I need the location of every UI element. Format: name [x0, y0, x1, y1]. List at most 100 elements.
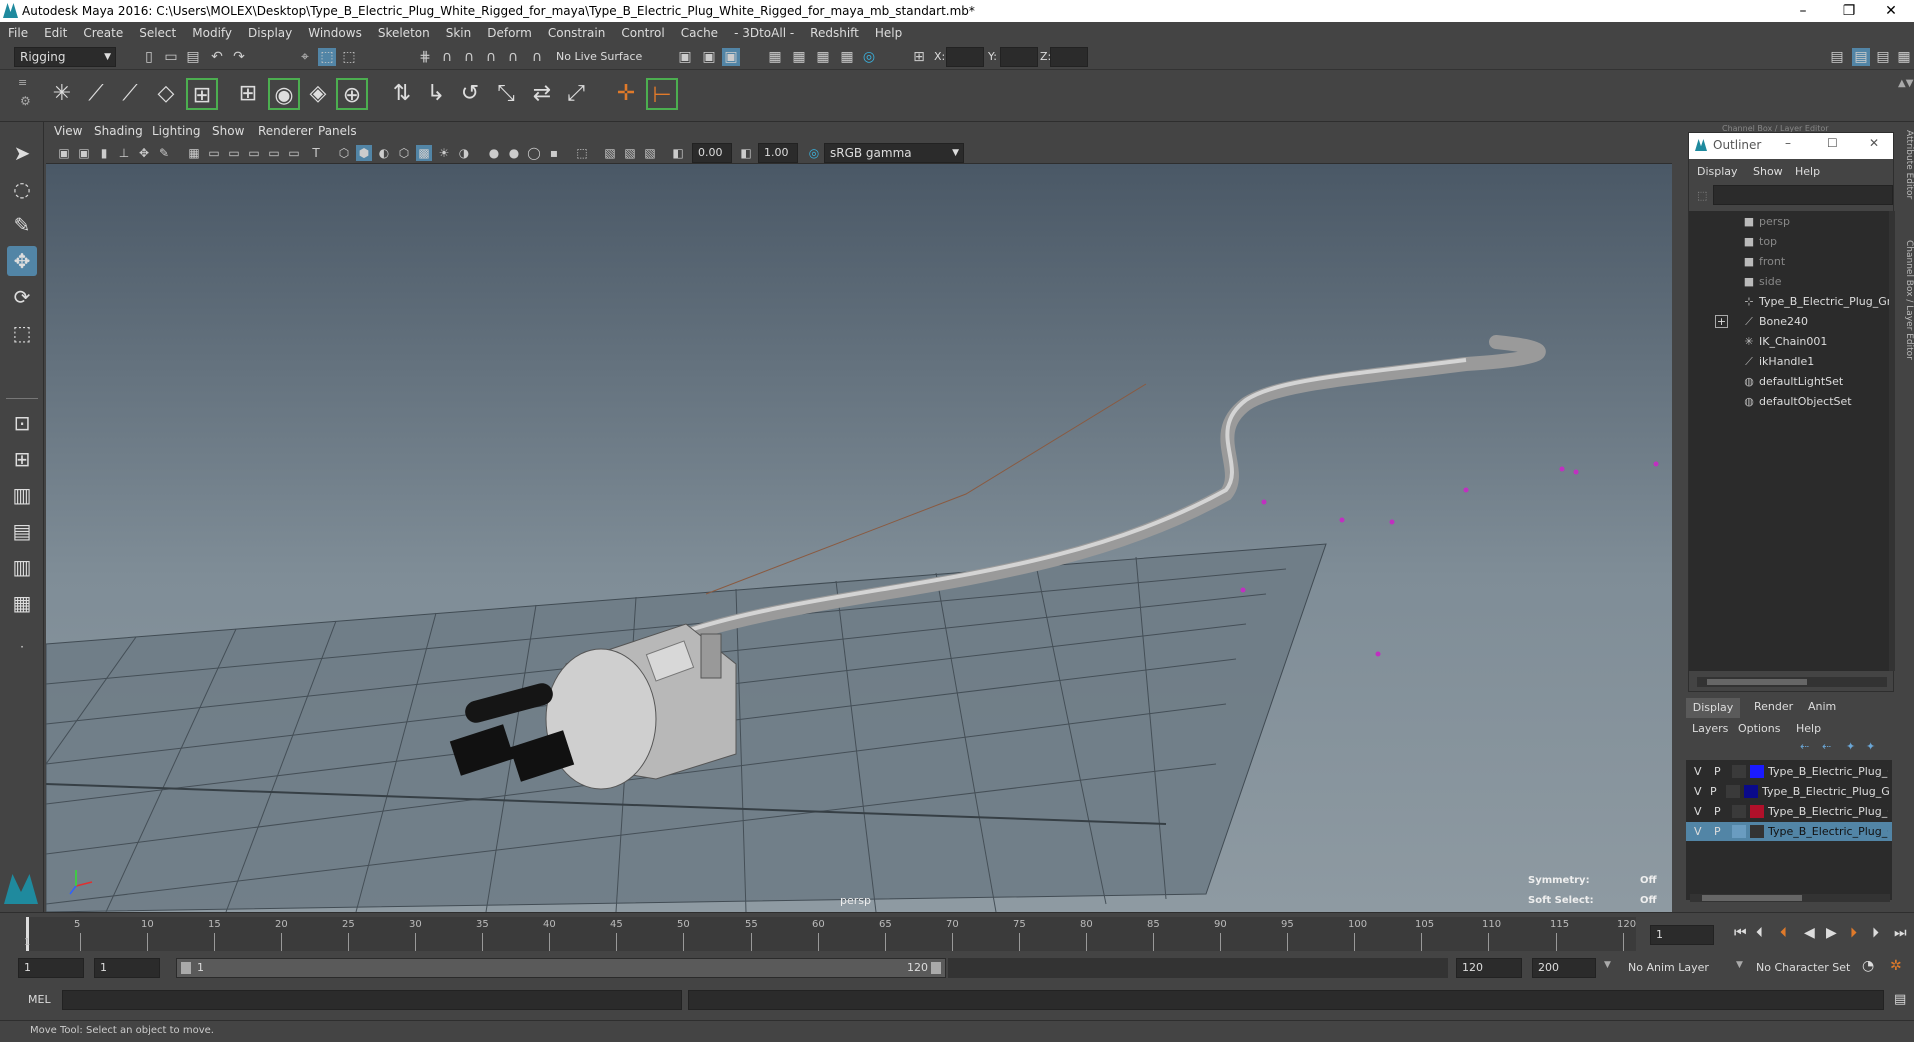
smooth-shade-icon[interactable]: ⬢: [356, 145, 372, 161]
animation-prefs-icon[interactable]: ✲: [1890, 958, 1902, 974]
joint-tool-icon[interactable]: ✳: [46, 78, 78, 110]
layer-color-swatch[interactable]: [1750, 825, 1764, 838]
ipr-render-icon[interactable]: ▦: [790, 48, 808, 66]
live-surface-label[interactable]: No Live Surface: [556, 50, 642, 63]
isolate-select-icon[interactable]: ⬚: [574, 145, 590, 161]
vp-menu-shading[interactable]: Shading: [94, 124, 143, 138]
snap-view-icon[interactable]: ∩: [482, 48, 500, 66]
layer-row[interactable]: V P Type_B_Electric_Plug_Gro: [1690, 782, 1890, 801]
attribute-editor-tab[interactable]: Attribute Editor: [1898, 130, 1914, 240]
move-layer-up-icon[interactable]: ⇠: [1800, 740, 1809, 753]
layer-tab-display[interactable]: Display: [1686, 698, 1740, 718]
select-object-icon[interactable]: ⬚: [318, 48, 336, 66]
vp-menu-panels[interactable]: Panels: [318, 124, 357, 138]
menu-constrain[interactable]: Constrain: [540, 26, 614, 40]
outliner-item-side[interactable]: ■ side: [1689, 272, 1889, 292]
outliner-minimize-icon[interactable]: –: [1785, 136, 1791, 150]
menu-edit[interactable]: Edit: [36, 26, 75, 40]
perspective-outliner-layout-icon[interactable]: ▥: [7, 480, 37, 510]
layer-playback-toggle[interactable]: P: [1714, 802, 1721, 821]
orient-constraint-icon[interactable]: ↺: [454, 78, 486, 110]
camera-select-icon[interactable]: ▣: [56, 145, 72, 161]
layers-toggle-icon[interactable]: ▦: [1895, 48, 1913, 66]
layer-color-swatch[interactable]: [1750, 765, 1764, 778]
default-material-icon[interactable]: ◐: [376, 145, 392, 161]
y-field[interactable]: [1000, 47, 1038, 67]
redo-icon[interactable]: ↷: [230, 48, 248, 66]
gate-mask-icon[interactable]: ▭: [246, 145, 262, 161]
playback-start-field[interactable]: 1: [94, 958, 160, 978]
field-chart-icon[interactable]: ▭: [266, 145, 282, 161]
point-constraint-icon[interactable]: ⇅: [386, 78, 418, 110]
outliner-search-input[interactable]: [1713, 185, 1893, 205]
menu-create[interactable]: Create: [75, 26, 131, 40]
playback-end-field[interactable]: 120: [1456, 958, 1522, 978]
save-scene-icon[interactable]: ▤: [184, 48, 202, 66]
lasso-tool-icon[interactable]: ◌: [7, 174, 37, 204]
layer-playback-toggle[interactable]: P: [1714, 762, 1721, 781]
vp-menu-lighting[interactable]: Lighting: [152, 124, 201, 138]
layer-tab-render[interactable]: Render: [1754, 700, 1793, 713]
aim-constraint-icon[interactable]: ↳: [420, 78, 452, 110]
restore-button[interactable]: ❐: [1826, 0, 1872, 22]
go-to-start-icon[interactable]: ⏮: [1734, 925, 1747, 941]
layer-menu-options[interactable]: Options: [1738, 722, 1780, 735]
view-transform-dropdown[interactable]: sRGB gamma ▼: [824, 143, 964, 163]
menu-redshift[interactable]: Redshift: [802, 26, 867, 40]
parent-constraint-icon[interactable]: ⇄: [526, 78, 558, 110]
menu-select[interactable]: Select: [131, 26, 184, 40]
layer-type-box[interactable]: [1732, 825, 1746, 838]
step-back-key-icon[interactable]: ⏴: [1756, 925, 1763, 941]
shadows-icon[interactable]: ◑: [456, 145, 472, 161]
camera-attributes-icon[interactable]: ▣: [76, 145, 92, 161]
four-view-layout-icon[interactable]: ⊞: [7, 444, 37, 474]
layer-menu-layers[interactable]: Layers: [1692, 722, 1728, 735]
gamma-icon[interactable]: ◧: [738, 145, 754, 161]
color-management-icon[interactable]: ◎: [806, 145, 822, 161]
render-view-icon[interactable]: ◎: [860, 48, 878, 66]
outliner-horizontal-scrollbar[interactable]: [1697, 677, 1887, 687]
open-scene-icon[interactable]: ▭: [162, 48, 180, 66]
close-button[interactable]: ✕: [1868, 0, 1914, 22]
outliner-item-objectset[interactable]: ◍ defaultObjectSet: [1689, 392, 1889, 412]
perspective-viewport[interactable]: persp Symmetry: Off Soft Select: Off: [46, 164, 1672, 912]
resolution-gate-icon[interactable]: ▭: [226, 145, 242, 161]
vp-menu-view[interactable]: View: [54, 124, 82, 138]
command-language-label[interactable]: MEL: [28, 993, 51, 1006]
time-slider[interactable]: 1 5 10 15 20 25 30 35 40 45 50 55 60 65 70 75 80 85 90 95 1…: [0, 912, 1914, 956]
ik-handle-tool-icon[interactable]: ⟋: [80, 78, 112, 110]
layer-menu-help[interactable]: Help: [1796, 722, 1821, 735]
custom-layout-icon[interactable]: ·: [7, 632, 37, 662]
play-backwards-icon[interactable]: ◀: [1804, 925, 1815, 941]
layer-playback-toggle[interactable]: P: [1710, 782, 1717, 801]
z-field[interactable]: [1050, 47, 1088, 67]
step-forward-frame-icon[interactable]: ⏵: [1850, 925, 1857, 941]
outliner-item-ik-chain[interactable]: ✳ IK_Chain001: [1689, 332, 1889, 352]
grid-toggle-icon[interactable]: ▦: [186, 145, 202, 161]
perspective-graph-layout-icon[interactable]: ▤: [7, 516, 37, 546]
grease-pencil-icon[interactable]: ✎: [156, 145, 172, 161]
vp-menu-renderer[interactable]: Renderer: [258, 124, 313, 138]
layer-row[interactable]: V P Type_B_Electric_Plug_C: [1690, 762, 1890, 781]
ik-spline-tool-icon[interactable]: ⟋: [114, 78, 146, 110]
select-hierarchy-icon[interactable]: ⌖: [296, 48, 314, 66]
move-layer-down-icon[interactable]: ⇠: [1822, 740, 1831, 753]
expand-icon[interactable]: +: [1715, 315, 1728, 328]
anti-aliasing-icon[interactable]: ◯: [526, 145, 542, 161]
layer-row[interactable]: V P Type_B_Electric_Plug_C: [1690, 802, 1890, 821]
layer-color-swatch[interactable]: [1750, 805, 1764, 818]
go-to-end-icon[interactable]: ⏭: [1894, 925, 1907, 941]
layer-visibility-toggle[interactable]: V: [1694, 762, 1702, 781]
layer-type-box[interactable]: [1726, 785, 1740, 798]
menu-deform[interactable]: Deform: [479, 26, 540, 40]
new-layer-selected-icon[interactable]: ✦: [1866, 740, 1875, 753]
hypershade-icon[interactable]: ▦: [838, 48, 856, 66]
pole-vector-icon[interactable]: ⤢: [560, 78, 592, 110]
snap-surface-icon[interactable]: ∩: [504, 48, 522, 66]
safe-action-icon[interactable]: ▭: [286, 145, 302, 161]
locator-constraint-icon[interactable]: ⊢: [646, 78, 678, 110]
step-forward-key-icon[interactable]: ⏵: [1872, 925, 1879, 941]
chevron-down-icon[interactable]: ▼: [1736, 960, 1743, 970]
scene-end-field[interactable]: 200: [1532, 958, 1596, 978]
undo-icon[interactable]: ↶: [208, 48, 226, 66]
